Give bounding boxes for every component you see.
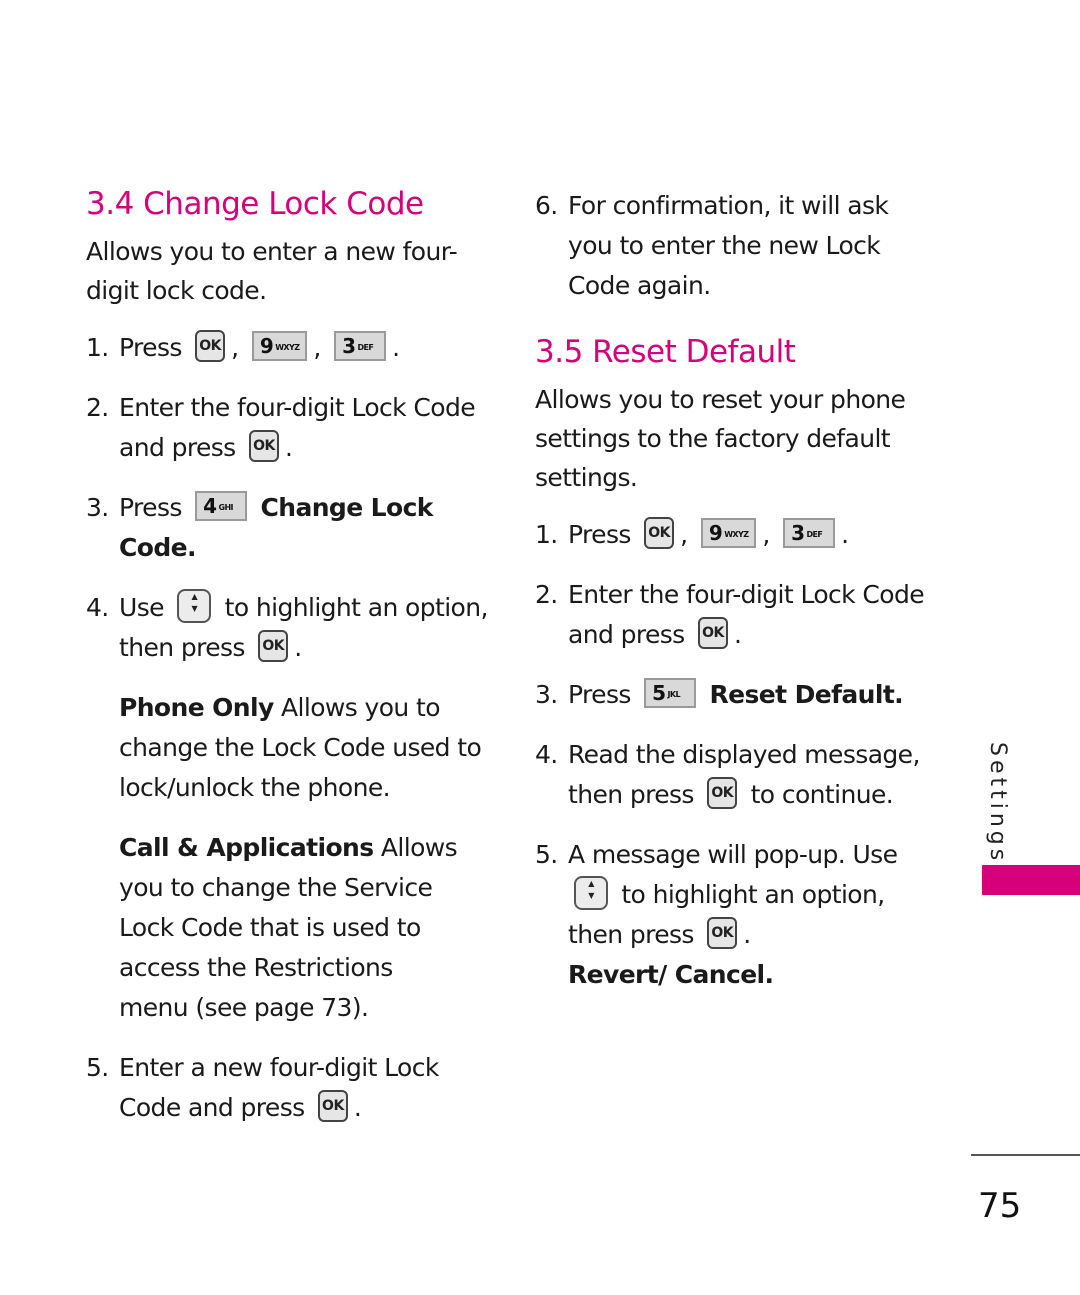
step-text: Press	[568, 680, 631, 709]
step-number: 4.	[535, 740, 558, 769]
ok-key-icon: OK	[317, 1090, 348, 1122]
step-5: 5. Enter a new four-digit Lock Code and …	[86, 1048, 479, 1128]
step-number: 1.	[86, 333, 109, 362]
nav-up-down-key-icon: ▲ ▼	[177, 589, 212, 623]
reset-step-4: 4. Read the displayed message, then pres…	[535, 735, 938, 815]
period: .	[392, 333, 400, 362]
step-number: 2.	[86, 393, 109, 422]
arrow-up-icon: ▲	[588, 879, 594, 888]
period: .	[353, 1093, 362, 1122]
step-number: 6.	[535, 191, 558, 220]
option-label: Call & Applications	[119, 833, 374, 862]
reset-step-2: 2. Enter the four-digit Lock Code and pr…	[535, 575, 935, 655]
step-3: 3. Press 4 GHI Change Lock Code.	[86, 488, 496, 568]
key-digit: 9	[708, 521, 723, 545]
left-column: 3.4 Change Lock Code Allows you to enter…	[86, 186, 496, 1148]
comma: ,	[313, 333, 321, 362]
key-5-jkl-icon: 5 JKL	[644, 678, 697, 708]
step-text: Enter a new four-digit Lock Code and pre…	[119, 1053, 439, 1122]
step-text: Press	[119, 333, 182, 362]
arrow-down-icon: ▼	[588, 891, 594, 900]
step-text: to highlight an option, then press	[119, 593, 488, 662]
nav-up-down-key-icon: ▲ ▼	[574, 876, 608, 910]
period: .	[841, 520, 849, 549]
option-call-applications: Call & Applications Allows you to change…	[86, 828, 469, 1028]
ok-key-icon: OK	[697, 617, 728, 649]
reset-step-1: 1. Press OK, 9 WXYZ, 3 DEF.	[535, 515, 935, 555]
comma: ,	[680, 520, 688, 549]
section-intro: Allows you to reset your phone settings …	[535, 385, 906, 492]
section-intro: Allows you to enter a new four-digit loc…	[86, 237, 458, 305]
key-letters: DEF	[806, 530, 823, 539]
key-letters: JKL	[667, 690, 680, 699]
ok-key-icon: OK	[195, 330, 226, 362]
ok-key-icon: OK	[258, 630, 289, 662]
page-number: 75	[978, 1186, 1022, 1226]
step-text: Press	[119, 493, 182, 522]
ok-key-icon: OK	[707, 917, 738, 949]
menu-option-name: Reset Default.	[709, 680, 904, 709]
comma: ,	[762, 520, 770, 549]
menu-option-name: Revert/ Cancel.	[568, 960, 774, 989]
key-digit: 5	[652, 681, 666, 705]
step-text: to continue.	[750, 780, 894, 809]
key-3-def-icon: 3 DEF	[334, 331, 387, 361]
period: .	[743, 920, 751, 949]
section-heading-change-lock-code: 3.4 Change Lock Code	[86, 186, 424, 222]
reset-step-3: 3. Press 5 JKL Reset Default.	[535, 675, 935, 715]
step-6: 6. For confirmation, it will ask you to …	[535, 186, 928, 306]
reset-step-5: 5. A message will pop-up. Use ▲ ▼ to high…	[535, 835, 928, 995]
arrow-up-icon: ▲	[191, 592, 198, 601]
section-heading-reset-default: 3.5 Reset Default	[535, 334, 796, 370]
period: .	[284, 433, 293, 462]
ok-key-icon: OK	[644, 517, 675, 549]
key-letters: WXYZ	[724, 530, 749, 539]
step-number: 5.	[86, 1053, 109, 1082]
key-letters: DEF	[357, 343, 374, 352]
step-number: 4.	[86, 593, 109, 622]
option-phone-only: Phone Only Allows you to change the Lock…	[86, 688, 496, 808]
chapter-tab-label: Settings	[985, 742, 1010, 865]
arrow-down-icon: ▼	[191, 604, 198, 613]
step-text: A message will pop-up. Use	[568, 840, 898, 869]
period: .	[294, 633, 302, 662]
comma: ,	[231, 333, 239, 362]
option-label: Phone Only	[119, 693, 274, 722]
key-digit: 4	[203, 494, 217, 518]
step-number: 5.	[535, 840, 558, 869]
step-number: 3.	[535, 680, 558, 709]
key-digit: 9	[259, 334, 274, 358]
key-letters: WXYZ	[275, 343, 300, 352]
ok-key-icon: OK	[707, 777, 738, 809]
step-1: 1. Press OK, 9 WXYZ, 3 DEF.	[86, 328, 496, 368]
step-number: 1.	[535, 520, 558, 549]
right-column: 6. For confirmation, it will ask you to …	[535, 186, 935, 1015]
step-number: 2.	[535, 580, 558, 609]
key-3-def-icon: 3 DEF	[783, 518, 836, 548]
step-text: Enter the four-digit Lock Code and press	[568, 580, 925, 649]
ok-key-icon: OK	[248, 430, 279, 462]
step-text: Enter the four-digit Lock Code and press	[119, 393, 476, 462]
key-digit: 3	[791, 521, 805, 545]
step-text: Use	[119, 593, 165, 622]
key-letters: GHI	[218, 503, 233, 512]
step-number: 3.	[86, 493, 109, 522]
footer-divider	[971, 1154, 1080, 1156]
key-9-wxyz-icon: 9 WXYZ	[251, 331, 308, 361]
step-text: Press	[568, 520, 631, 549]
chapter-tab-marker	[982, 865, 1080, 895]
step-text: For confirmation, it will ask you to ent…	[568, 191, 889, 300]
key-9-wxyz-icon: 9 WXYZ	[700, 518, 757, 548]
step-2: 2. Enter the four-digit Lock Code and pr…	[86, 388, 496, 468]
key-digit: 3	[342, 334, 356, 358]
key-4-ghi-icon: 4 GHI	[195, 491, 248, 521]
period: .	[733, 620, 742, 649]
step-4: 4. Use ▲ ▼ to highlight an option, then p…	[86, 588, 496, 668]
